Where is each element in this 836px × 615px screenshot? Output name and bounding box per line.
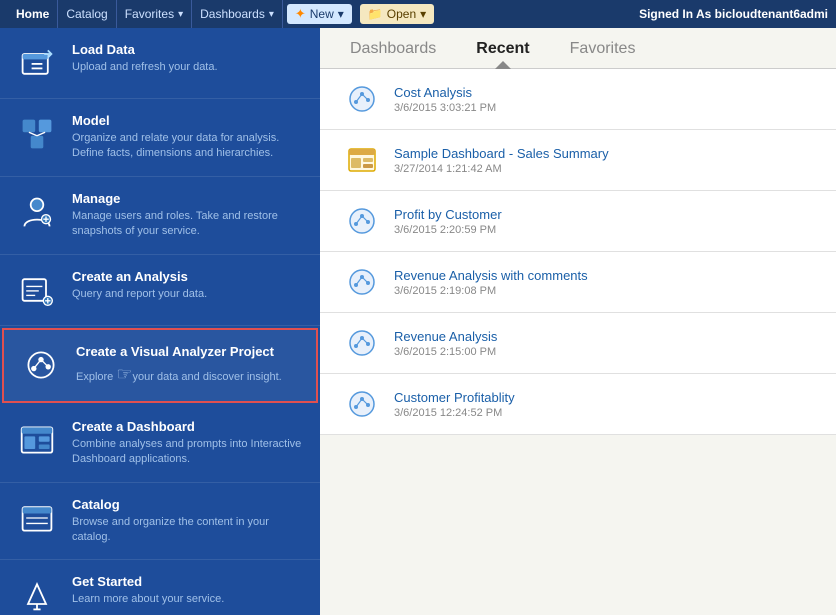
sidebar-item-catalog[interactable]: Catalog Browse and organize the content … bbox=[0, 483, 320, 561]
create-dashboard-icon bbox=[16, 419, 58, 461]
open-caret-icon: ▾ bbox=[420, 7, 426, 21]
list-item[interactable]: Revenue Analysis 3/6/2015 2:15:00 PM bbox=[320, 313, 836, 374]
open-button[interactable]: 📁 Open ▾ bbox=[360, 4, 434, 24]
nav-dashboards[interactable]: Dashboards▾ bbox=[192, 0, 283, 28]
sidebar-item-manage[interactable]: Manage Manage users and roles. Take and … bbox=[0, 177, 320, 255]
sidebar-manage-title: Manage bbox=[72, 191, 304, 206]
recent-list: Cost Analysis 3/6/2015 3:03:21 PM Sample… bbox=[320, 69, 836, 615]
sidebar-item-get-started[interactable]: Get Started Learn more about your servic… bbox=[0, 560, 320, 615]
tab-recent[interactable]: Recent bbox=[476, 40, 529, 68]
sidebar-visual-analyzer-desc: Explore ☞your data and discover insight. bbox=[76, 362, 300, 387]
sidebar-create-analysis-desc: Query and report your data. bbox=[72, 287, 304, 302]
new-button[interactable]: ✦ New ▾ bbox=[287, 4, 352, 24]
top-navigation: Home Catalog Favorites▾ Dashboards▾ ✦ Ne… bbox=[0, 0, 836, 28]
new-caret-icon: ▾ bbox=[338, 7, 344, 21]
analysis-icon-4 bbox=[344, 264, 380, 300]
tab-favorites[interactable]: Favorites bbox=[570, 40, 636, 68]
recent-item-date: 3/6/2015 2:20:59 PM bbox=[394, 224, 812, 236]
sidebar-manage-desc: Manage users and roles. Take and restore… bbox=[72, 209, 304, 240]
sidebar-item-create-dashboard[interactable]: Create a Dashboard Combine analyses and … bbox=[0, 405, 320, 483]
sidebar-item-model[interactable]: Model Organize and relate your data for … bbox=[0, 99, 320, 177]
sidebar-model-desc: Organize and relate your data for analys… bbox=[72, 131, 304, 162]
analysis-icon-5 bbox=[344, 325, 380, 361]
sidebar-item-visual-analyzer[interactable]: Create a Visual Analyzer Project Explore… bbox=[2, 328, 318, 403]
recent-item-date: 3/6/2015 2:19:08 PM bbox=[394, 285, 812, 297]
visual-analyzer-icon bbox=[20, 344, 62, 386]
content-area: Dashboards Recent Favorites bbox=[320, 28, 836, 615]
recent-item-title: Revenue Analysis with comments bbox=[394, 268, 812, 283]
recent-item-date: 3/6/2015 2:15:00 PM bbox=[394, 346, 812, 358]
recent-item-title: Customer Profitablity bbox=[394, 390, 812, 405]
main-layout: Load Data Upload and refresh your data. … bbox=[0, 28, 836, 615]
analysis-icon-6 bbox=[344, 386, 380, 422]
nav-home[interactable]: Home bbox=[8, 0, 58, 28]
sidebar-get-started-desc: Learn more about your service. bbox=[72, 592, 304, 607]
sidebar-item-create-analysis[interactable]: Create an Analysis Query and report your… bbox=[0, 255, 320, 326]
sidebar-load-data-title: Load Data bbox=[72, 42, 304, 57]
list-item[interactable]: Customer Profitablity 3/6/2015 12:24:52 … bbox=[320, 374, 836, 435]
new-icon: ✦ bbox=[295, 6, 306, 22]
manage-icon bbox=[16, 191, 58, 233]
recent-item-title: Profit by Customer bbox=[394, 207, 812, 222]
recent-item-title: Cost Analysis bbox=[394, 85, 812, 100]
sidebar-create-dashboard-title: Create a Dashboard bbox=[72, 419, 304, 434]
sidebar-create-analysis-title: Create an Analysis bbox=[72, 269, 304, 284]
model-icon bbox=[16, 113, 58, 155]
signed-in-info: Signed In As bicloudtenant6admi bbox=[631, 7, 828, 21]
load-data-icon bbox=[16, 42, 58, 84]
sidebar-visual-analyzer-title: Create a Visual Analyzer Project bbox=[76, 344, 300, 359]
recent-item-date: 3/6/2015 3:03:21 PM bbox=[394, 102, 812, 114]
catalog-icon bbox=[16, 497, 58, 539]
recent-item-title: Sample Dashboard - Sales Summary bbox=[394, 146, 812, 161]
sidebar: Load Data Upload and refresh your data. … bbox=[0, 28, 320, 615]
tabs-header: Dashboards Recent Favorites bbox=[320, 28, 836, 69]
dashboard-icon-2 bbox=[344, 142, 380, 178]
sidebar-model-title: Model bbox=[72, 113, 304, 128]
list-item[interactable]: Revenue Analysis with comments 3/6/2015 … bbox=[320, 252, 836, 313]
get-started-icon bbox=[16, 574, 58, 615]
recent-item-title: Revenue Analysis bbox=[394, 329, 812, 344]
sidebar-catalog-desc: Browse and organize the content in your … bbox=[72, 515, 304, 546]
recent-item-date: 3/6/2015 12:24:52 PM bbox=[394, 407, 812, 419]
sidebar-get-started-title: Get Started bbox=[72, 574, 304, 589]
list-item[interactable]: Cost Analysis 3/6/2015 3:03:21 PM bbox=[320, 69, 836, 130]
recent-item-date: 3/27/2014 1:21:42 AM bbox=[394, 163, 812, 175]
sidebar-item-load-data[interactable]: Load Data Upload and refresh your data. bbox=[0, 28, 320, 99]
list-item[interactable]: Profit by Customer 3/6/2015 2:20:59 PM bbox=[320, 191, 836, 252]
sidebar-create-dashboard-desc: Combine analyses and prompts into Intera… bbox=[72, 437, 304, 468]
folder-icon: 📁 bbox=[368, 7, 383, 21]
sidebar-catalog-title: Catalog bbox=[72, 497, 304, 512]
create-analysis-icon bbox=[16, 269, 58, 311]
analysis-icon-3 bbox=[344, 203, 380, 239]
analysis-icon-1 bbox=[344, 81, 380, 117]
nav-catalog[interactable]: Catalog bbox=[58, 0, 116, 28]
list-item[interactable]: Sample Dashboard - Sales Summary 3/27/20… bbox=[320, 130, 836, 191]
nav-favorites[interactable]: Favorites▾ bbox=[117, 0, 192, 28]
sidebar-load-data-desc: Upload and refresh your data. bbox=[72, 60, 304, 75]
tab-dashboards[interactable]: Dashboards bbox=[350, 40, 436, 68]
